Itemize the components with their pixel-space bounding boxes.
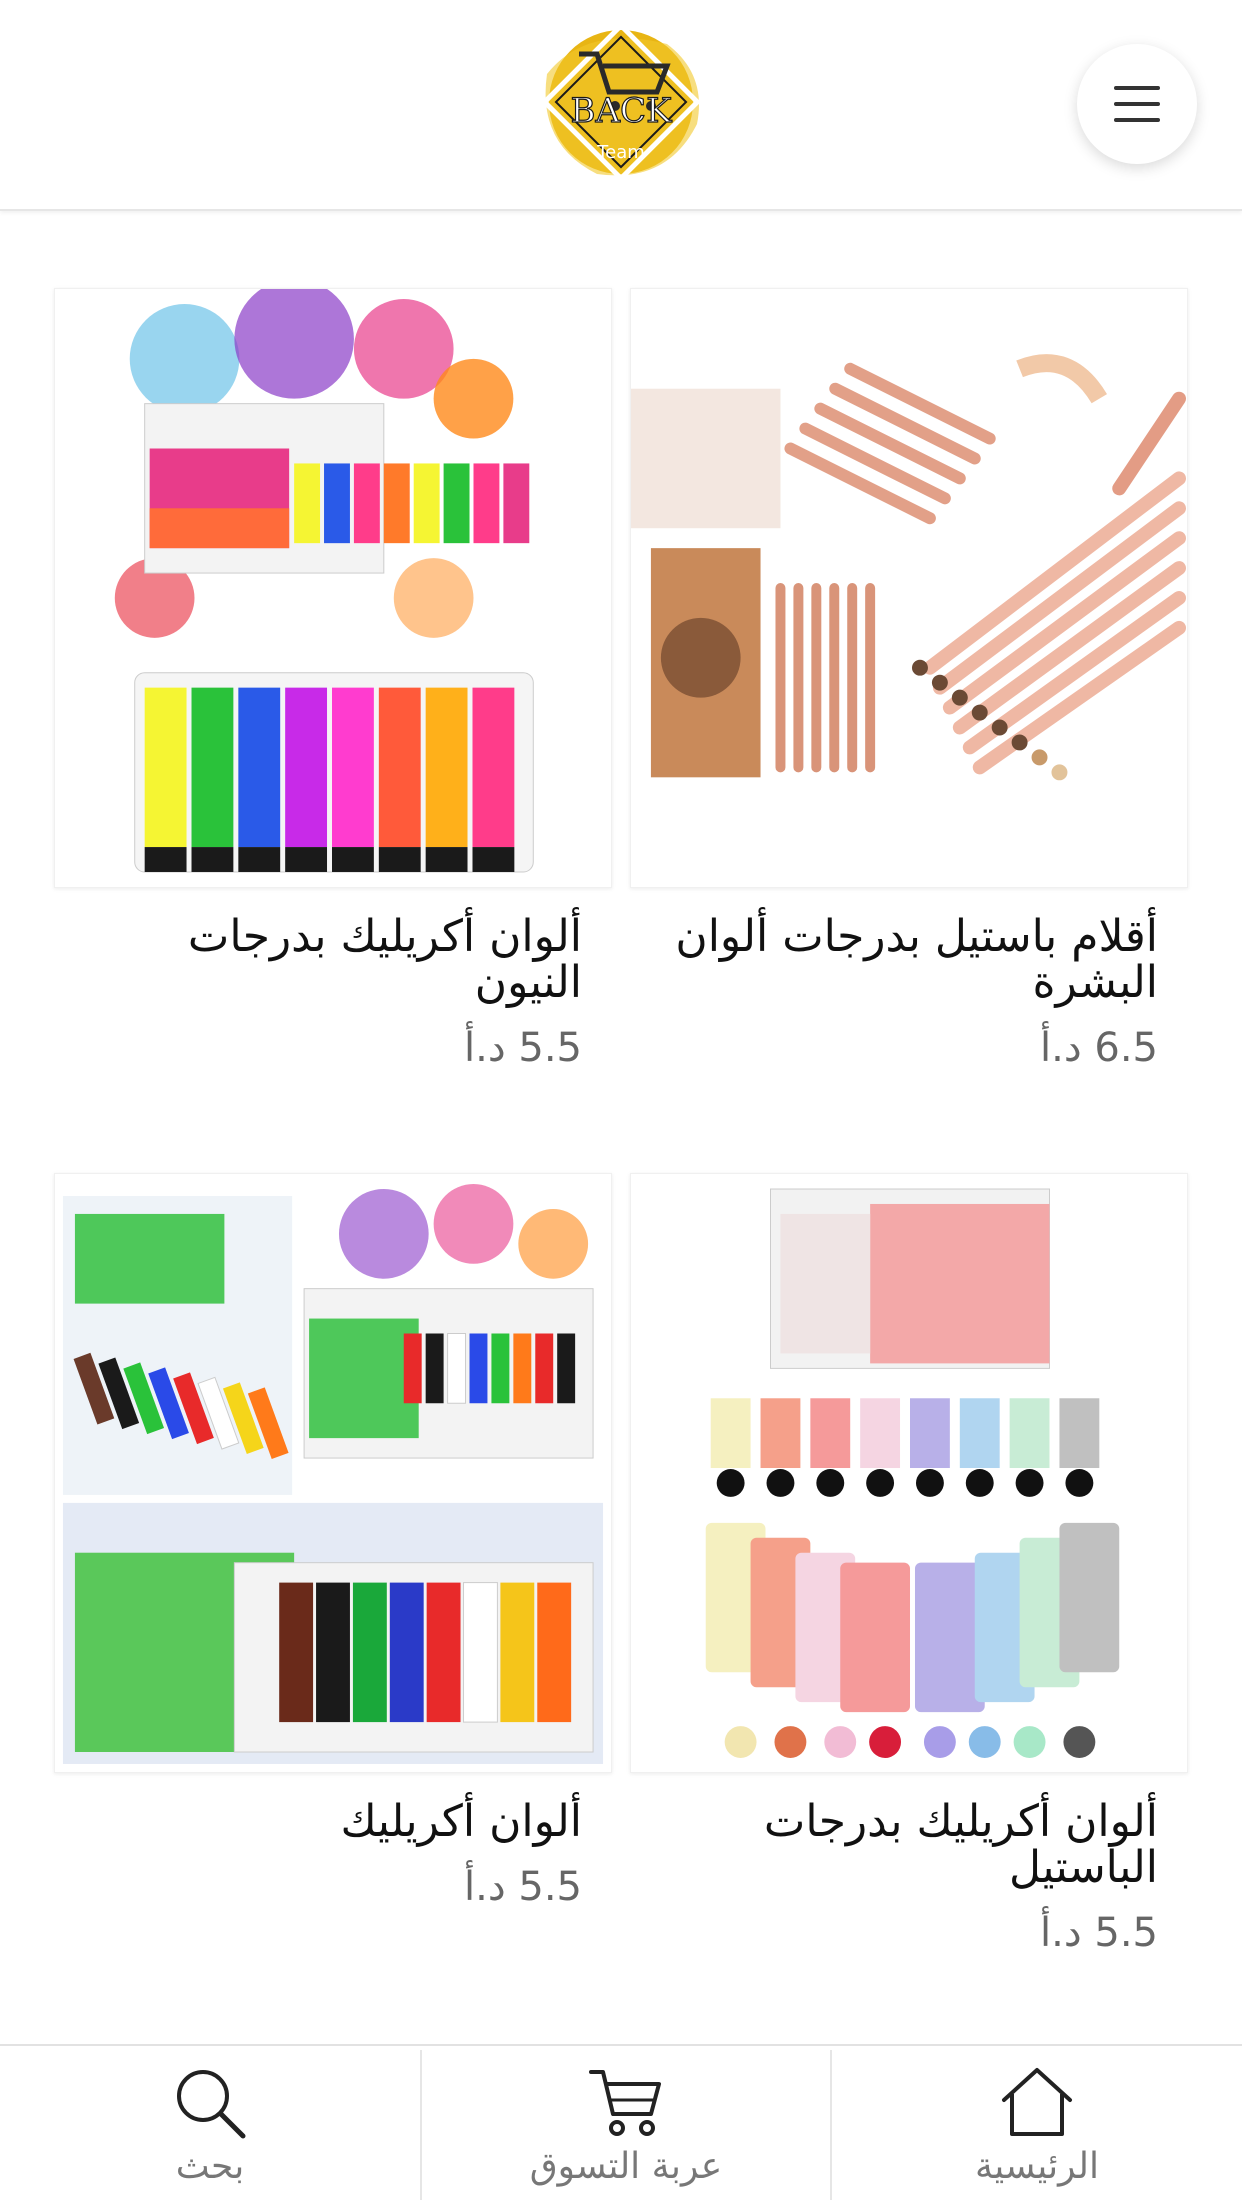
pastel-pencils-image[interactable]: [630, 288, 1188, 888]
home-icon: [1002, 2068, 1072, 2136]
nav-cart[interactable]: عربة التسوق: [422, 2046, 830, 2208]
nav-home-label: الرئيسية: [975, 2146, 1099, 2187]
product-card[interactable]: ألوان أكريليك بدرجات النيون 5.5 د.أ: [54, 288, 612, 1070]
product-card[interactable]: ألوان أكريليك بدرجات الباستيل 5.5 د.أ: [630, 1173, 1188, 1955]
nav-search[interactable]: بحث: [0, 2046, 420, 2208]
bottom-navigation: بحث عربة التسوق الرئيسية: [0, 2044, 1242, 2208]
product-price: 5.5 د.أ: [1040, 1910, 1158, 1956]
product-price: 6.5 د.أ: [1040, 1025, 1158, 1071]
product-title[interactable]: أقلام باستيل بدرجات ألوان البشرة: [630, 914, 1188, 1006]
neon-acrylic-paint-image[interactable]: [54, 288, 612, 888]
nav-home[interactable]: الرئيسية: [832, 2046, 1242, 2208]
acrylic-paint-image[interactable]: [54, 1173, 612, 1773]
logo-subtext: Team: [596, 142, 645, 163]
product-card[interactable]: أقلام باستيل بدرجات ألوان البشرة 6.5 د.أ: [630, 288, 1188, 1070]
menu-button[interactable]: [1077, 44, 1197, 164]
product-title[interactable]: ألوان أكريليك بدرجات الباستيل: [630, 1799, 1188, 1891]
nav-cart-label: عربة التسوق: [529, 2146, 723, 2187]
pastel-acrylic-paint-image[interactable]: [630, 1173, 1188, 1773]
nav-search-label: بحث: [175, 2146, 245, 2187]
brand-logo[interactable]: BACK Team: [527, 14, 715, 194]
cart-icon: [589, 2070, 661, 2136]
product-price: 5.5 د.أ: [464, 1025, 582, 1071]
product-title[interactable]: ألوان أكريليك بدرجات النيون: [54, 914, 612, 1006]
product-card[interactable]: ألوان أكريليك 5.5 د.أ: [54, 1173, 612, 1909]
product-price: 5.5 د.أ: [464, 1864, 582, 1910]
search-icon: [177, 2070, 246, 2139]
product-title[interactable]: ألوان أكريليك: [54, 1799, 612, 1845]
logo-text: BACK: [571, 91, 673, 131]
app-header: BACK Team: [0, 0, 1242, 211]
hamburger-menu-icon: [1114, 86, 1160, 122]
